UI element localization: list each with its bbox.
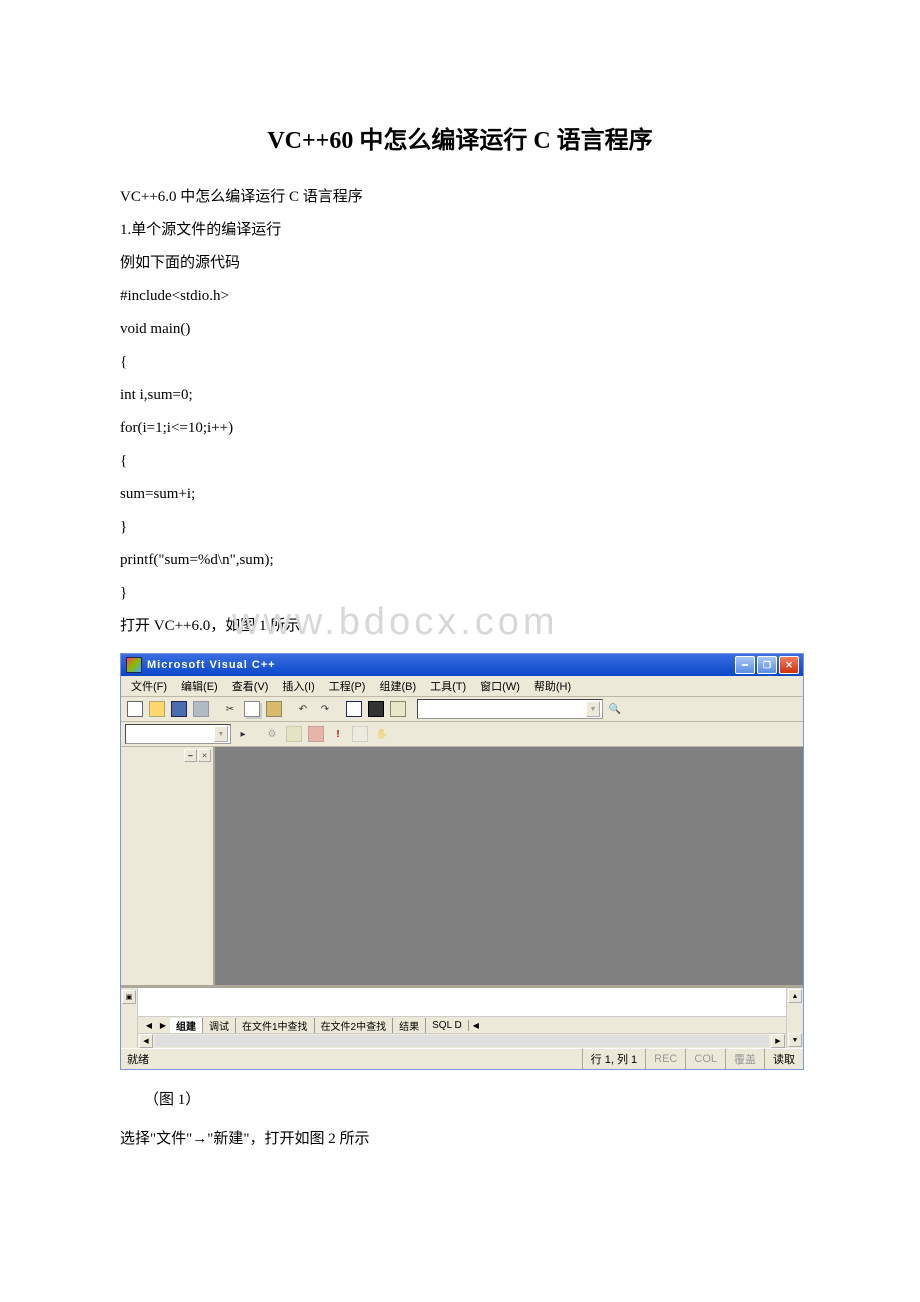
tab-nav-right-icon[interactable]: ▶ (156, 1021, 170, 1030)
save-icon[interactable] (169, 699, 189, 719)
maximize-button[interactable]: ❐ (757, 656, 777, 674)
app-icon (126, 657, 142, 673)
menu-edit[interactable]: 编辑(E) (177, 676, 222, 696)
tab-find1[interactable]: 在文件1中查找 (236, 1018, 315, 1033)
menu-build[interactable]: 组建(B) (375, 676, 420, 696)
output-vscrollbar[interactable]: ▲ ▼ (786, 988, 803, 1048)
tab-build[interactable]: 组建 (170, 1018, 203, 1033)
text-line: printf("sum=%d\n",sum); (120, 544, 800, 577)
find-combo[interactable]: ▼ (417, 699, 603, 719)
output-hscrollbar[interactable]: ◀ ▶ (138, 1033, 786, 1048)
menu-insert[interactable]: 插入(I) (278, 676, 318, 696)
find-icon[interactable]: 🔍 (605, 699, 625, 719)
tab-sql[interactable]: SQL D (426, 1020, 469, 1031)
text-line: { (120, 445, 800, 478)
text-line: int i,sum=0; (120, 379, 800, 412)
status-col: COL (685, 1049, 725, 1069)
workspace-area: ━ ✕ (121, 747, 803, 985)
status-rec: REC (645, 1049, 685, 1069)
compile-icon[interactable]: ⚙ (262, 724, 282, 744)
status-read: 读取 (764, 1049, 803, 1069)
text-line: sum=sum+i; (120, 478, 800, 511)
execute-icon[interactable]: ! (328, 724, 348, 744)
undo-icon[interactable]: ↶ (293, 699, 313, 719)
output-text[interactable] (138, 988, 786, 1016)
go-icon[interactable] (350, 724, 370, 744)
text-line: { (120, 346, 800, 379)
text-line: #include<stdio.h> (120, 280, 800, 313)
new-icon[interactable] (125, 699, 145, 719)
scroll-down-icon[interactable]: ▼ (788, 1033, 802, 1047)
text-line: 打开 VC++6.0，如图 1 所示 (120, 610, 800, 643)
workspace-panel[interactable]: ━ ✕ (121, 747, 215, 985)
figure-caption: （图 1） (120, 1088, 800, 1109)
cut-icon[interactable]: ✂ (220, 699, 240, 719)
status-position: 行 1, 列 1 (582, 1049, 645, 1069)
status-ready: 就绪 (121, 1049, 582, 1069)
menu-project[interactable]: 工程(P) (325, 676, 370, 696)
scroll-up-icon[interactable]: ▲ (788, 989, 802, 1003)
tab-results[interactable]: 结果 (393, 1018, 426, 1033)
text-line: 例如下面的源代码 (120, 247, 800, 280)
editor-area[interactable] (215, 747, 803, 985)
menu-file[interactable]: 文件(F) (127, 676, 171, 696)
text-line: 1.单个源文件的编译运行 (120, 214, 800, 247)
titlebar: Microsoft Visual C++ ━ ❐ ✕ (121, 654, 803, 676)
paste-icon[interactable] (264, 699, 284, 719)
document-title: VC++60 中怎么编译运行 C 语言程序 (120, 120, 800, 155)
menu-view[interactable]: 查看(V) (228, 676, 273, 696)
window-title: Microsoft Visual C++ (147, 659, 735, 671)
toolbar-main: ✂ ↶ ↷ ▼ 🔍 (121, 697, 803, 722)
status-ovr: 覆盖 (725, 1049, 764, 1069)
tab-find2[interactable]: 在文件2中查找 (315, 1018, 394, 1033)
menu-window[interactable]: 窗口(W) (476, 676, 524, 696)
menu-help[interactable]: 帮助(H) (530, 676, 575, 696)
text-line: for(i=1;i<=10;i++) (120, 412, 800, 445)
close-button[interactable]: ✕ (779, 656, 799, 674)
text-line: VC++6.0 中怎么编译运行 C 语言程序 (120, 181, 800, 214)
workspace-icon[interactable] (344, 699, 364, 719)
text-line: void main() (120, 313, 800, 346)
tab-scroll-left-icon[interactable]: ◀ (469, 1021, 483, 1030)
text-line: } (120, 577, 800, 610)
redo-icon[interactable]: ↷ (315, 699, 335, 719)
toolbar-build: ▼ ▸ ⚙ ! ✋ (121, 722, 803, 747)
copy-icon[interactable] (242, 699, 262, 719)
statusbar: 就绪 行 1, 列 1 REC COL 覆盖 读取 (121, 1048, 803, 1069)
build-icon[interactable] (284, 724, 304, 744)
tab-nav-left-icon[interactable]: ◀ (142, 1021, 156, 1030)
document-body: VC++6.0 中怎么编译运行 C 语言程序 1.单个源文件的编译运行 例如下面… (120, 181, 800, 643)
tab-debug[interactable]: 调试 (203, 1018, 236, 1033)
vc-window: Microsoft Visual C++ ━ ❐ ✕ 文件(F) 编辑(E) 查… (120, 653, 804, 1070)
breakpoint-icon[interactable]: ✋ (372, 724, 392, 744)
output-panel: ▣ ◀ ▶ 组建 调试 在文件1中查找 在文件2中查找 结果 SQL D ◀ ◀ (121, 985, 803, 1048)
output-icon[interactable] (366, 699, 386, 719)
select-icon[interactable]: ▸ (233, 724, 253, 744)
stop-build-icon[interactable] (306, 724, 326, 744)
text-line: } (120, 511, 800, 544)
minimize-button[interactable]: ━ (735, 656, 755, 674)
scroll-right-icon[interactable]: ▶ (771, 1034, 785, 1048)
panel-close-icon[interactable]: ✕ (198, 749, 211, 762)
config-combo[interactable]: ▼ (125, 724, 231, 744)
menu-tools[interactable]: 工具(T) (426, 676, 470, 696)
scroll-left-icon[interactable]: ◀ (139, 1034, 153, 1048)
panel-pin-icon[interactable]: ━ (184, 749, 197, 762)
text-line: 选择"文件"→"新建"，打开如图 2 所示 (120, 1123, 800, 1156)
open-icon[interactable] (147, 699, 167, 719)
menubar: 文件(F) 编辑(E) 查看(V) 插入(I) 工程(P) 组建(B) 工具(T… (121, 676, 803, 697)
window-list-icon[interactable] (388, 699, 408, 719)
output-toggle-icon[interactable]: ▣ (122, 990, 136, 1004)
save-all-icon[interactable] (191, 699, 211, 719)
